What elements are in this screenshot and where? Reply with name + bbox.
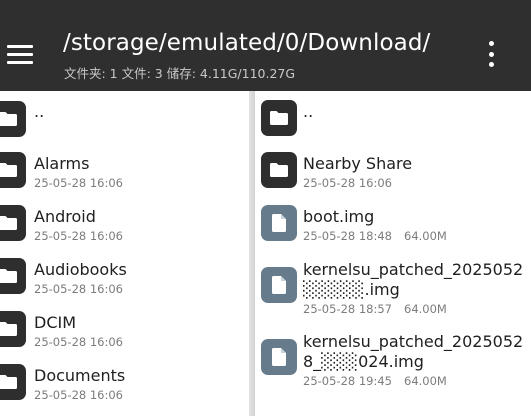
file-name: .. — [303, 102, 314, 121]
file-date: 25-05-28 16:06 — [34, 335, 123, 349]
file-date: 25-05-28 16:06 — [303, 176, 392, 190]
current-path-title: /storage/emulated/0/Download/ — [63, 30, 431, 56]
folder-icon — [0, 152, 26, 188]
file-name-line2: ░░░░░.img — [303, 280, 400, 299]
file-name: Alarms — [34, 154, 90, 173]
list-item-documents[interactable]: Documents 25-05-28 16:06 — [0, 363, 249, 415]
file-name-line2: 8_░░░024.img — [303, 352, 424, 371]
file-name-line1: kernelsu_patched_2025052 — [303, 260, 524, 279]
file-meta: 25-05-28 18:48 64.00M — [303, 229, 447, 243]
folder-icon — [0, 311, 26, 347]
file-date: 25-05-28 16:06 — [34, 229, 123, 243]
file-size: 64.00M — [404, 302, 447, 316]
file-name-line1: kernelsu_patched_2025052 — [303, 332, 524, 351]
file-size: 64.00M — [404, 374, 447, 388]
list-item-alarms[interactable]: Alarms 25-05-28 16:06 — [0, 151, 249, 203]
right-file-pane: .. Nearby Share 25-05-28 16:06 boot.img … — [255, 91, 531, 416]
file-date: 25-05-28 16:06 — [34, 388, 123, 402]
more-vertical-icon[interactable] — [482, 41, 500, 67]
file-name: boot.img — [303, 207, 375, 226]
file-date: 25-05-28 18:57 — [303, 302, 392, 316]
list-item-boot-img[interactable]: boot.img 25-05-28 18:48 64.00M — [255, 204, 531, 256]
folder-icon — [0, 101, 26, 137]
file-name: Audiobooks — [34, 260, 127, 279]
list-item-kernelsu-2[interactable]: kernelsu_patched_2025052 8_░░░024.img 25… — [255, 329, 531, 391]
list-item-kernelsu-1[interactable]: kernelsu_patched_2025052 ░░░░░.img 25-05… — [255, 257, 531, 319]
file-icon — [261, 205, 297, 241]
hamburger-menu-icon[interactable] — [7, 38, 39, 70]
file-name: DCIM — [34, 313, 77, 332]
app-bar: /storage/emulated/0/Download/ 文件夹: 1 文件:… — [0, 0, 531, 91]
folder-icon — [261, 152, 297, 188]
left-file-pane: .. Alarms 25-05-28 16:06 Android 25-05-2… — [0, 91, 249, 416]
file-icon — [261, 267, 297, 303]
file-name: Android — [34, 207, 96, 226]
file-meta: 25-05-28 19:45 64.00M — [303, 374, 447, 388]
storage-summary: 文件夹: 1 文件: 3 储存: 4.11G/110.27G — [64, 66, 296, 81]
file-name: .. — [34, 102, 45, 121]
file-size: 64.00M — [404, 229, 447, 243]
folder-icon — [0, 205, 26, 241]
folder-icon — [0, 258, 26, 294]
file-meta: 25-05-28 18:57 64.00M — [303, 302, 447, 316]
file-date: 25-05-28 18:48 — [303, 229, 392, 243]
list-item-parent[interactable]: .. — [255, 91, 531, 143]
file-name: Nearby Share — [303, 154, 413, 173]
folder-icon — [261, 100, 297, 136]
file-date: 25-05-28 16:06 — [34, 176, 123, 190]
list-item-audiobooks[interactable]: Audiobooks 25-05-28 16:06 — [0, 257, 249, 309]
list-item-dcim[interactable]: DCIM 25-05-28 16:06 — [0, 310, 249, 362]
file-date: 25-05-28 19:45 — [303, 374, 392, 388]
file-date: 25-05-28 16:06 — [34, 282, 123, 296]
list-item-parent[interactable]: .. — [0, 91, 249, 143]
file-name: Documents — [34, 366, 126, 385]
folder-icon — [0, 364, 26, 400]
list-item-nearby-share[interactable]: Nearby Share 25-05-28 16:06 — [255, 151, 531, 203]
file-icon — [261, 339, 297, 375]
list-item-android[interactable]: Android 25-05-28 16:06 — [0, 204, 249, 256]
